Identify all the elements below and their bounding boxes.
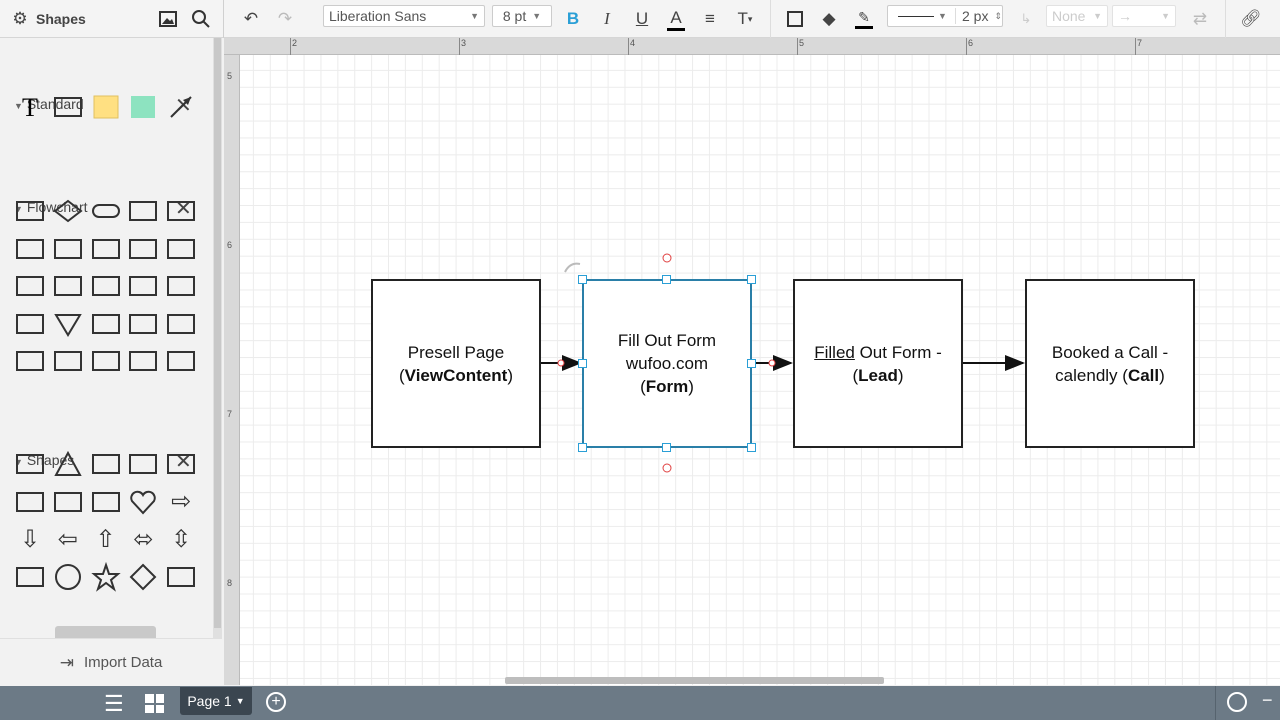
resize-handle[interactable] — [578, 443, 587, 452]
box-text: Fill Out Form — [617, 331, 717, 350]
horizontal-scrollbar[interactable] — [505, 677, 884, 684]
page-list-icon[interactable]: ☰ — [104, 691, 124, 717]
connection-point[interactable] — [768, 359, 776, 367]
box-text: Out Form - — [854, 342, 942, 362]
flow-step-box[interactable]: Presell Page (ViewContent) — [371, 279, 541, 448]
box-text: Booked a Call - — [1051, 342, 1169, 362]
resize-handle[interactable] — [662, 275, 671, 284]
resize-handle[interactable] — [578, 359, 587, 368]
box-text-line: Filled Out Form - — [814, 341, 942, 364]
box-text: Filled — [814, 342, 855, 362]
resize-handle[interactable] — [747, 275, 756, 284]
connection-point[interactable] — [662, 253, 672, 263]
connection-point[interactable] — [557, 359, 565, 367]
flow-step-box[interactable]: Fill Out Form wufoo.com (Form) — [582, 279, 752, 448]
box-text: ) — [897, 365, 904, 385]
box-text: ) — [688, 377, 694, 396]
box-text: ) — [507, 365, 513, 385]
bottom-bar: ☰ Page 1 ▼ + − — [0, 686, 1280, 720]
flow-step-box[interactable]: Filled Out Form - (Lead) — [793, 279, 963, 448]
box-text-line: (ViewContent) — [399, 364, 513, 387]
box-text-line: Booked a Call - — [1052, 341, 1168, 364]
resize-handle[interactable] — [662, 443, 671, 452]
box-text-line: calendly (Call) — [1052, 364, 1168, 387]
event-name: ViewContent — [404, 365, 508, 385]
navigate-icon[interactable] — [1227, 692, 1247, 712]
box-text-line: (Lead) — [814, 364, 942, 387]
rotate-handle-icon[interactable] — [564, 262, 581, 273]
box-text-line: Fill Out Form — [618, 329, 716, 352]
resize-handle[interactable] — [578, 275, 587, 284]
box-text: wufoo.com — [625, 354, 709, 373]
box-text: Presell Page — [407, 342, 505, 362]
page-tab-label: Page 1 — [187, 693, 232, 709]
event-name: Lead — [858, 365, 898, 385]
add-page-icon[interactable]: + — [266, 692, 286, 712]
chevron-down-icon: ▼ — [235, 696, 245, 706]
box-text: calendly ( — [1055, 365, 1128, 385]
connection-point[interactable] — [662, 463, 672, 473]
flow-step-box[interactable]: Booked a Call - calendly (Call) — [1025, 279, 1195, 448]
zoom-out-icon[interactable]: − — [1262, 690, 1273, 711]
resize-handle[interactable] — [747, 443, 756, 452]
event-name: Call — [1127, 365, 1160, 385]
box-text: ) — [1159, 365, 1165, 385]
box-text-line: (Form) — [618, 375, 716, 398]
page-tab[interactable]: Page 1 ▼ — [180, 687, 252, 715]
event-name: Form — [645, 377, 689, 396]
box-text-line: Presell Page — [399, 341, 513, 364]
box-text-line: wufoo.com — [618, 352, 716, 375]
grid-view-icon[interactable] — [145, 694, 164, 713]
resize-handle[interactable] — [747, 359, 756, 368]
